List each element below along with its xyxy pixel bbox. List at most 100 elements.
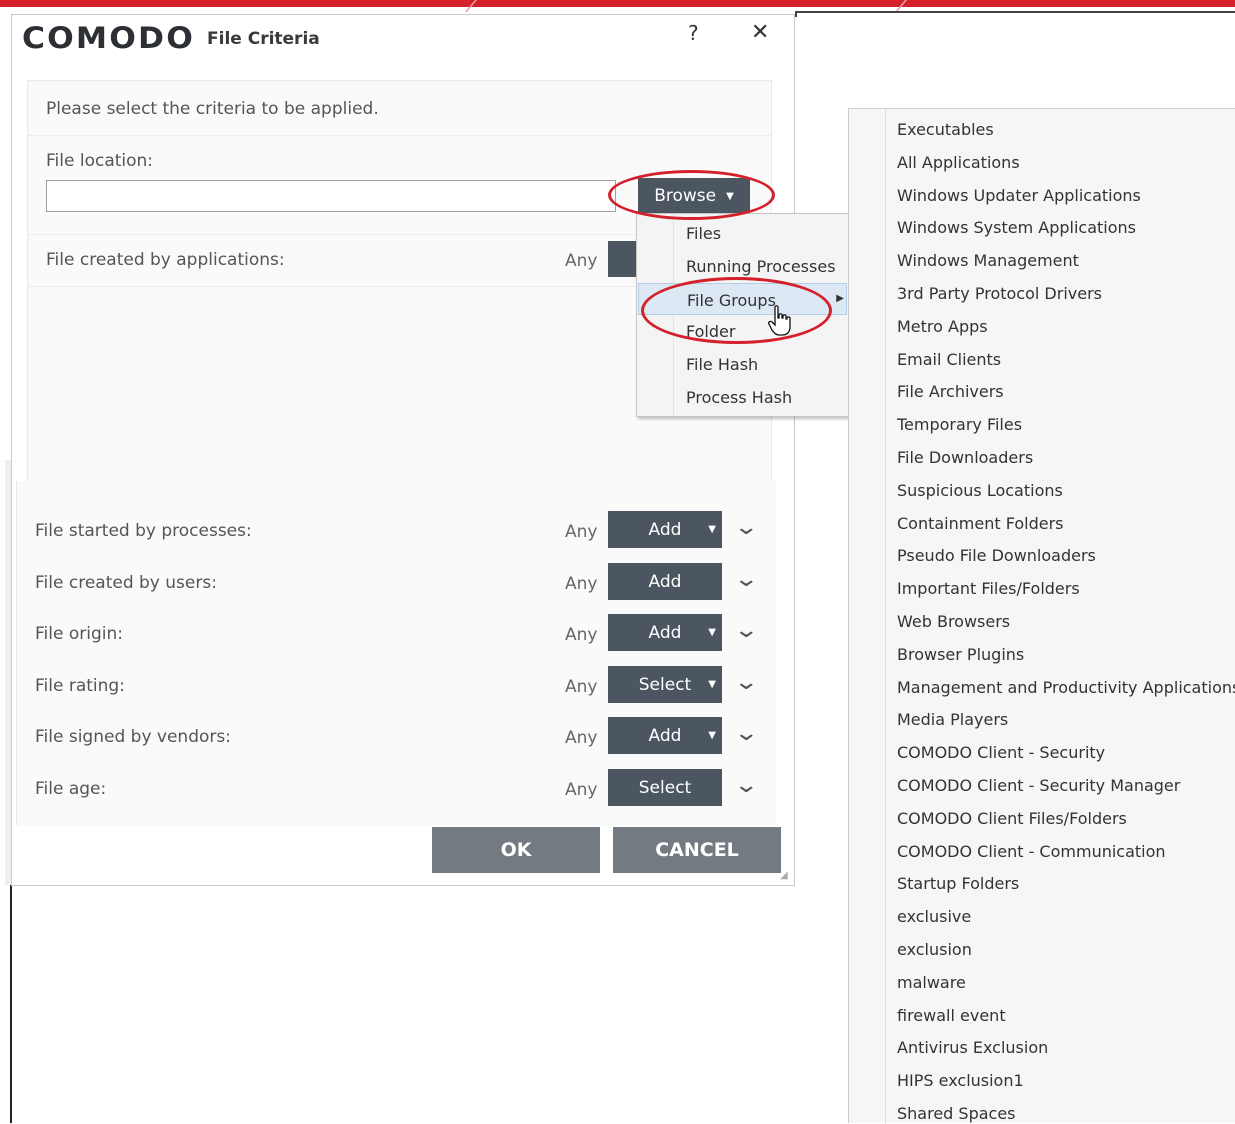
menu-icon-gutter xyxy=(849,109,886,1124)
criteria-row-file-rating: File rating: Any Select ▼ ⌄ xyxy=(17,656,777,708)
criteria-row-started-by-processes: File started by processes: Any Add ▼ ⌄ xyxy=(17,501,777,553)
resize-grip-icon[interactable]: ◢ xyxy=(780,870,788,881)
criteria-row-file-age: File age: Any Select ⌄ xyxy=(17,759,777,811)
file-group-item[interactable]: Important Files/Folders xyxy=(897,579,1080,598)
intro-text: Please select the criteria to be applied… xyxy=(46,99,379,119)
criteria-rows: File started by processes: Any Add ▼ ⌄ Fi… xyxy=(16,481,776,826)
submenu-arrow-icon: ▶ xyxy=(836,293,844,304)
file-group-item[interactable]: exclusive xyxy=(897,907,971,926)
created-by-apps-value: Any xyxy=(565,251,598,271)
add-button[interactable]: Add xyxy=(608,563,722,600)
menu-item-label: Process Hash xyxy=(686,388,793,407)
button-label: Add xyxy=(648,571,682,592)
select-button[interactable]: Select xyxy=(608,769,722,806)
file-group-item[interactable]: Startup Folders xyxy=(897,874,1019,893)
criteria-value: Any xyxy=(565,677,598,697)
expand-chevron-icon[interactable]: ⌄ xyxy=(733,773,759,798)
file-group-item[interactable]: COMODO Client - Security Manager xyxy=(897,776,1180,795)
divider xyxy=(28,135,771,136)
file-group-item[interactable]: 3rd Party Protocol Drivers xyxy=(897,284,1102,303)
select-button[interactable]: Select ▼ xyxy=(608,666,722,703)
dropdown-caret-icon: ▼ xyxy=(726,190,734,202)
browse-menu: Files Running Processes File Groups ▶ Fol… xyxy=(636,213,849,417)
help-button[interactable]: ? xyxy=(688,21,699,45)
file-group-item[interactable]: Management and Productivity Applications xyxy=(897,678,1235,697)
file-group-item[interactable]: Antivirus Exclusion xyxy=(897,1038,1048,1057)
file-group-item[interactable]: Media Players xyxy=(897,710,1008,729)
expand-chevron-icon[interactable]: ⌄ xyxy=(733,618,759,643)
criteria-row-signed-by-vendors: File signed by vendors: Any Add ▼ ⌄ xyxy=(17,707,777,759)
criteria-value: Any xyxy=(565,522,598,542)
file-group-item[interactable]: Executables xyxy=(897,120,994,139)
file-groups-submenu: Executables All Applications Windows Updat… xyxy=(848,108,1235,1124)
top-accent-strip xyxy=(0,0,1235,12)
dialog-title: File Criteria xyxy=(207,29,320,49)
close-button[interactable]: ✕ xyxy=(751,20,769,45)
criteria-value: Any xyxy=(565,780,598,800)
file-group-item[interactable]: exclusion xyxy=(897,940,972,959)
file-group-item[interactable]: All Applications xyxy=(897,153,1020,172)
expand-chevron-icon[interactable]: ⌄ xyxy=(733,721,759,746)
criteria-label: File age: xyxy=(35,779,107,799)
file-group-item[interactable]: Windows Management xyxy=(897,251,1079,270)
file-group-item[interactable]: COMODO Client - Security xyxy=(897,743,1105,762)
criteria-value: Any xyxy=(565,574,598,594)
file-group-item[interactable]: Browser Plugins xyxy=(897,645,1024,664)
dropdown-caret-icon: ▼ xyxy=(708,679,716,690)
file-group-item[interactable]: Containment Folders xyxy=(897,514,1063,533)
criteria-value: Any xyxy=(565,728,598,748)
add-button[interactable]: Add ▼ xyxy=(608,511,722,548)
browse-button-label: Browse xyxy=(654,186,717,206)
menu-item-file-groups[interactable]: File Groups ▶ xyxy=(638,283,847,315)
file-group-item[interactable]: Web Browsers xyxy=(897,612,1010,631)
background-window-edge xyxy=(795,11,797,17)
file-group-item[interactable]: Metro Apps xyxy=(897,317,988,336)
criteria-row-file-origin: File origin: Any Add ▼ ⌄ xyxy=(17,604,777,656)
file-group-item[interactable]: Email Clients xyxy=(897,350,1001,369)
menu-item-folder[interactable]: Folder xyxy=(638,315,847,347)
button-label: Add xyxy=(648,622,682,643)
criteria-label: File origin: xyxy=(35,624,123,644)
file-criteria-dialog: COMODO File Criteria ? ✕ Please select t… xyxy=(11,14,795,886)
file-group-item[interactable]: Windows Updater Applications xyxy=(897,186,1141,205)
file-group-item[interactable]: Shared Spaces xyxy=(897,1104,1016,1123)
strip-decoration xyxy=(464,0,478,12)
button-label: Select xyxy=(638,674,692,695)
add-button[interactable]: Add ▼ xyxy=(608,717,722,754)
menu-item-files[interactable]: Files xyxy=(638,217,847,249)
hand-cursor-icon xyxy=(768,305,791,336)
file-group-item[interactable]: malware xyxy=(897,973,966,992)
dropdown-caret-icon: ▼ xyxy=(708,524,716,535)
criteria-label: File started by processes: xyxy=(35,521,252,541)
criteria-label: File created by users: xyxy=(35,573,217,593)
file-group-item[interactable]: COMODO Client Files/Folders xyxy=(897,809,1127,828)
file-group-item[interactable]: Suspicious Locations xyxy=(897,481,1063,500)
ok-button[interactable]: OK xyxy=(432,827,600,873)
expand-chevron-icon[interactable]: ⌄ xyxy=(733,515,759,540)
criteria-label: File signed by vendors: xyxy=(35,727,231,747)
file-location-label: File location: xyxy=(46,151,154,171)
file-group-item[interactable]: File Downloaders xyxy=(897,448,1033,467)
criteria-row-created-by-users: File created by users: Any Add ⌄ xyxy=(17,553,777,605)
menu-item-file-hash[interactable]: File Hash xyxy=(638,348,847,380)
created-by-apps-label: File created by applications: xyxy=(46,250,285,270)
menu-item-label: Folder xyxy=(686,322,736,341)
button-label: Select xyxy=(638,777,692,798)
add-button[interactable]: Add ▼ xyxy=(608,614,722,651)
menu-item-running-processes[interactable]: Running Processes xyxy=(638,250,847,282)
file-group-item[interactable]: COMODO Client - Communication xyxy=(897,842,1166,861)
expand-chevron-icon[interactable]: ⌄ xyxy=(733,670,759,695)
file-group-item[interactable]: Temporary Files xyxy=(897,415,1022,434)
file-group-item[interactable]: Windows System Applications xyxy=(897,218,1136,237)
button-label: Add xyxy=(648,519,682,540)
expand-chevron-icon[interactable]: ⌄ xyxy=(733,567,759,592)
file-group-item[interactable]: File Archivers xyxy=(897,382,1004,401)
file-group-item[interactable]: HIPS exclusion1 xyxy=(897,1071,1024,1090)
file-group-item[interactable]: firewall event xyxy=(897,1006,1006,1025)
file-location-input[interactable] xyxy=(46,180,616,212)
cancel-button[interactable]: CANCEL xyxy=(613,827,781,873)
browse-button[interactable]: Browse ▼ xyxy=(638,178,750,214)
menu-item-label: Files xyxy=(686,224,722,243)
menu-item-process-hash[interactable]: Process Hash xyxy=(638,381,847,413)
file-group-item[interactable]: Pseudo File Downloaders xyxy=(897,546,1096,565)
